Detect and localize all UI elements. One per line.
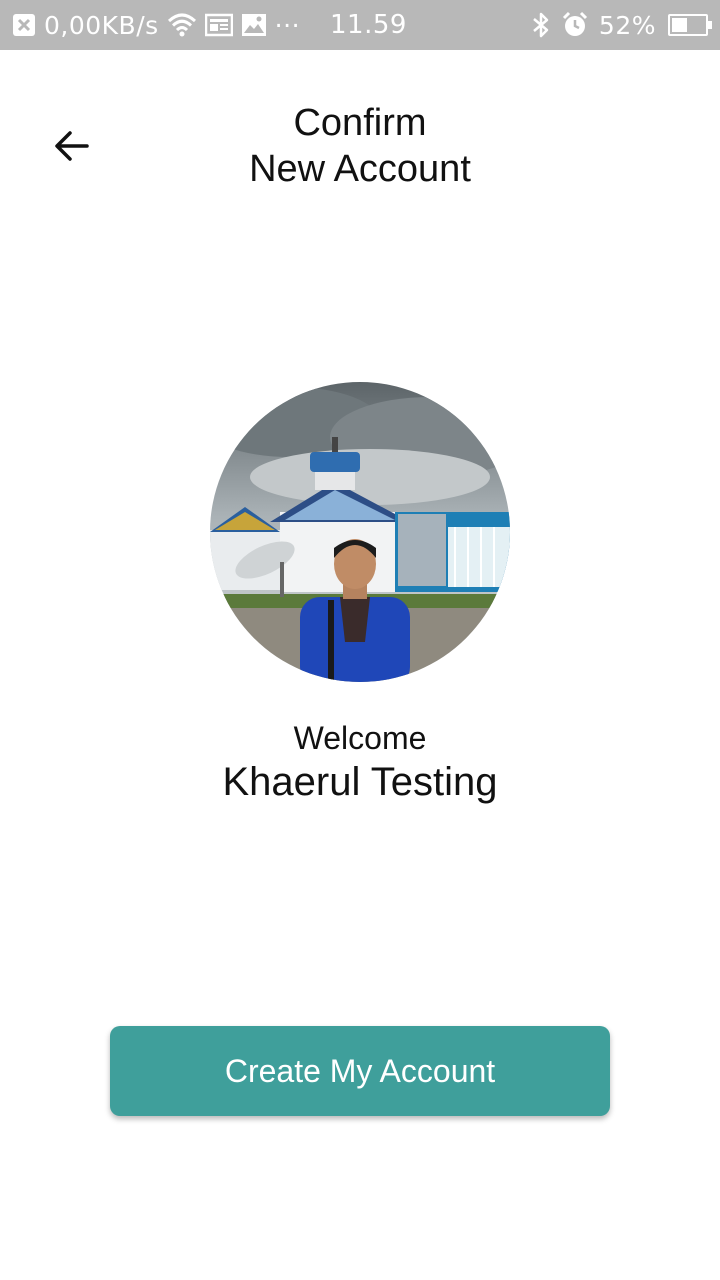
profile-avatar [210, 382, 510, 682]
page-title: Confirm New Account [0, 100, 720, 192]
status-bar-right: 52% [531, 0, 712, 50]
wifi-icon [167, 12, 197, 38]
close-box-icon [12, 13, 36, 37]
bluetooth-icon [531, 11, 551, 39]
user-name: Khaerul Testing [222, 760, 498, 804]
page-title-line1: Confirm [293, 102, 427, 144]
create-account-button[interactable]: Create My Account [110, 1026, 610, 1116]
battery-icon [668, 14, 712, 36]
battery-fill [672, 18, 687, 32]
battery-percent: 52% [598, 10, 656, 40]
page-title-line2: New Account [249, 148, 471, 190]
network-speed: 0,00KB/s [44, 10, 159, 40]
more-dots: ··· [274, 10, 301, 40]
status-bar: 0,00KB/s ··· 11.59 52% [0, 0, 720, 50]
alarm-icon [561, 11, 589, 39]
battery-nub [708, 21, 712, 29]
avatar-photo [210, 382, 510, 682]
clock: 11.59 [330, 10, 407, 40]
image-icon [241, 13, 267, 37]
news-icon [204, 13, 233, 37]
status-bar-left: 0,00KB/s ··· 11.59 [12, 0, 407, 50]
welcome-text: Welcome [293, 720, 427, 756]
